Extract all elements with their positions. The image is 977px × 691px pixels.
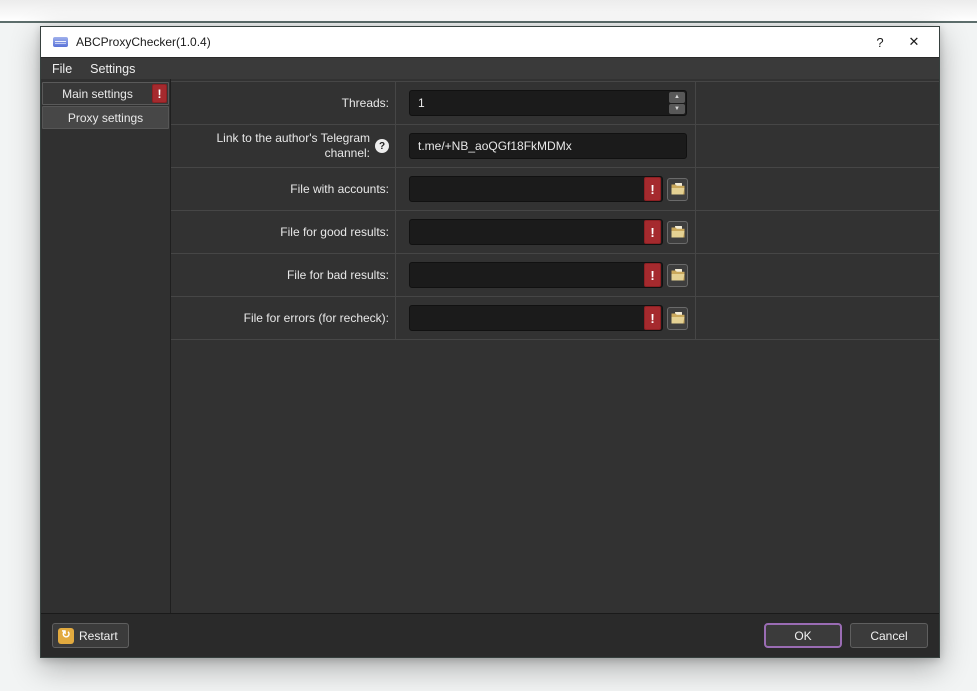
field-label: File for bad results: [287, 268, 389, 283]
titlebar[interactable]: ABCProxyChecker(1.0.4) ? ✕ [41, 27, 939, 57]
file-errors-input[interactable] [409, 305, 663, 331]
menu-settings[interactable]: Settings [81, 60, 144, 78]
field-label: File for good results: [280, 225, 389, 240]
alert-icon: ! [644, 177, 661, 201]
file-good-input[interactable] [409, 219, 663, 245]
folder-icon [671, 312, 685, 324]
alert-icon: ! [644, 220, 661, 244]
alert-icon: ! [644, 306, 661, 330]
folder-icon [671, 183, 685, 195]
field-label: Threads: [342, 96, 389, 111]
folder-icon [671, 226, 685, 238]
form-row-telegram: Link to the author's Telegram channel: ? [171, 125, 939, 168]
help-icon[interactable]: ? [375, 139, 389, 153]
spin-up-button[interactable]: ▲ [669, 92, 685, 103]
spin-down-button[interactable]: ▼ [669, 104, 685, 115]
desktop-top-strip [0, 0, 977, 23]
footer-bar: ↻ Restart OK Cancel [41, 613, 939, 657]
threads-input[interactable] [409, 90, 687, 116]
app-window: ABCProxyChecker(1.0.4) ? ✕ File Settings… [40, 26, 940, 658]
titlebar-help-button[interactable]: ? [863, 29, 897, 55]
menubar: File Settings [41, 57, 939, 79]
form-row-file-accounts: File with accounts: ! [171, 168, 939, 211]
sidebar-item-label: Proxy settings [43, 111, 168, 125]
browse-file-button[interactable] [667, 221, 688, 244]
restart-button[interactable]: ↻ Restart [52, 623, 129, 648]
field-label: File with accounts: [290, 182, 389, 197]
form-row-file-good: File for good results: ! [171, 211, 939, 254]
close-icon[interactable]: ✕ [897, 29, 931, 55]
app-icon [53, 37, 68, 47]
browse-file-button[interactable] [667, 307, 688, 330]
field-label: Link to the author's Telegram channel: [183, 131, 370, 161]
threads-spinbox: ▲ ▼ [409, 90, 687, 116]
field-label: File for errors (for recheck): [244, 311, 389, 326]
file-bad-input[interactable] [409, 262, 663, 288]
window-title: ABCProxyChecker(1.0.4) [76, 35, 211, 49]
form-row-file-bad: File for bad results: ! [171, 254, 939, 297]
file-accounts-input[interactable] [409, 176, 663, 202]
browse-file-button[interactable] [667, 264, 688, 287]
sidebar-item-main-settings[interactable]: Main settings ! [42, 82, 169, 105]
sidebar-item-proxy-settings[interactable]: Proxy settings [42, 106, 169, 129]
alert-icon: ! [644, 263, 661, 287]
ok-button[interactable]: OK [764, 623, 842, 648]
form-row-file-errors: File for errors (for recheck): ! [171, 297, 939, 340]
sidebar: Main settings ! Proxy settings [41, 79, 171, 613]
folder-icon [671, 269, 685, 281]
sidebar-item-label: Main settings [43, 87, 152, 101]
browse-file-button[interactable] [667, 178, 688, 201]
restart-label: Restart [79, 629, 118, 643]
main-panel: Threads: ▲ ▼ [171, 79, 939, 613]
form-row-threads: Threads: ▲ ▼ [171, 82, 939, 125]
telegram-link-input[interactable] [409, 133, 687, 159]
chevron-up-icon: ▲ [674, 94, 680, 100]
cancel-button[interactable]: Cancel [850, 623, 928, 648]
chevron-down-icon: ▼ [674, 106, 680, 112]
restart-icon: ↻ [58, 628, 74, 644]
menu-file[interactable]: File [43, 60, 81, 78]
alert-icon: ! [152, 84, 167, 103]
settings-form: Threads: ▲ ▼ [171, 81, 939, 340]
